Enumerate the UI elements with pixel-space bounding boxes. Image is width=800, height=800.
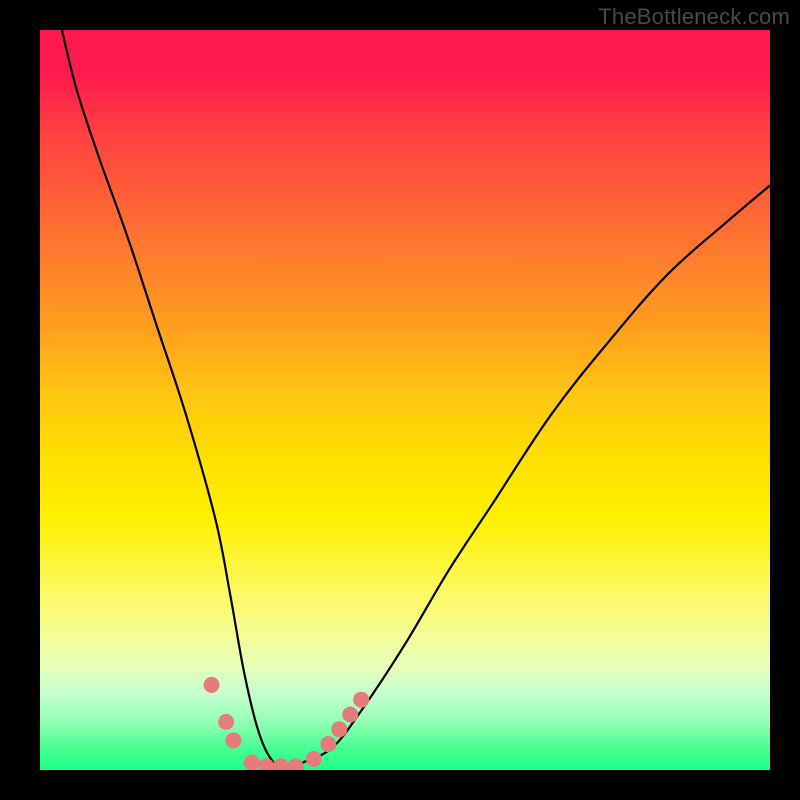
bottleneck-curve	[62, 30, 770, 770]
curve-marker	[353, 692, 369, 708]
curve-marker	[225, 732, 241, 748]
curve-marker	[204, 677, 220, 693]
curve-marker	[218, 714, 234, 730]
plot-area	[40, 30, 770, 770]
curve-markers	[204, 677, 370, 770]
curve-marker	[331, 721, 347, 737]
curve-marker	[342, 707, 358, 723]
curve-marker	[306, 751, 322, 767]
chart-frame: TheBottleneck.com	[0, 0, 800, 800]
curve-marker	[244, 755, 260, 770]
curve-marker	[288, 758, 304, 770]
watermark-text: TheBottleneck.com	[598, 4, 790, 30]
curve-marker	[320, 736, 336, 752]
curve-layer	[40, 30, 770, 770]
curve-marker	[273, 758, 289, 770]
